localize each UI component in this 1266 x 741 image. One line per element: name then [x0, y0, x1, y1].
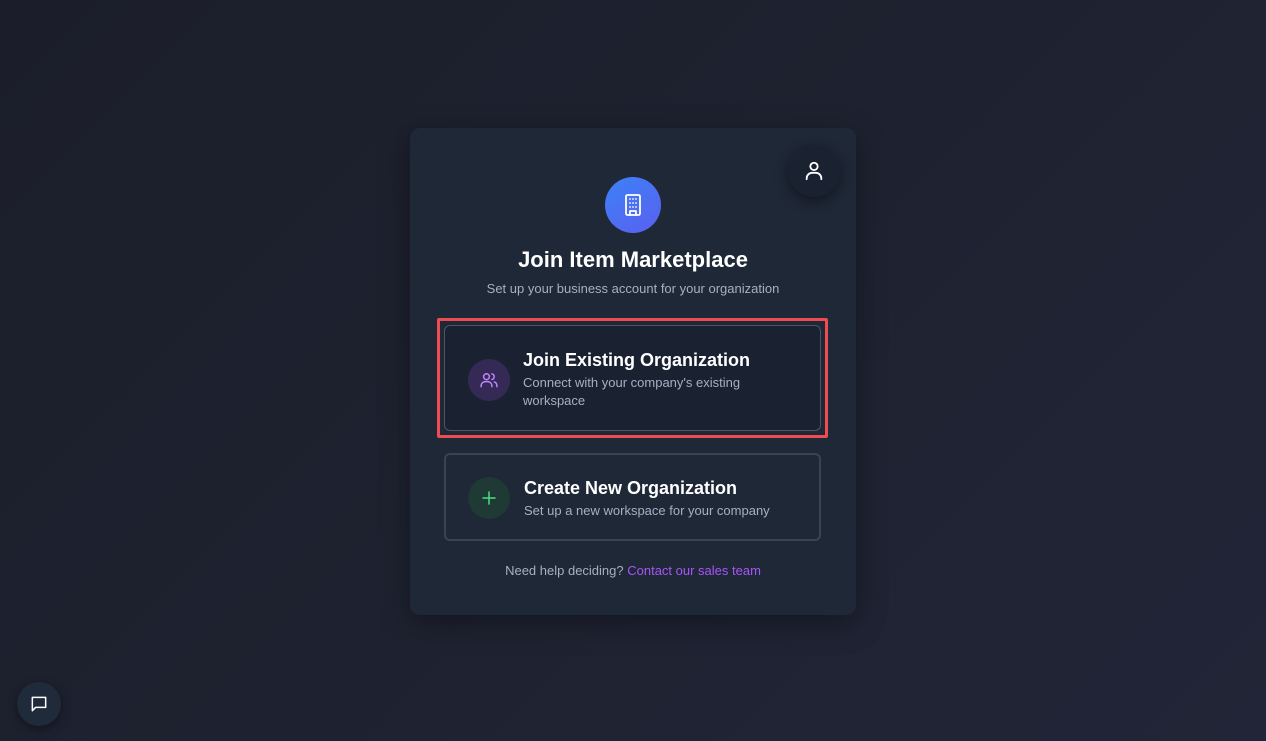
logo	[605, 177, 661, 233]
join-existing-organization-option[interactable]: Join Existing Organization Connect with …	[444, 325, 821, 431]
users-icon-circle	[468, 359, 510, 401]
help-prompt: Need help deciding?	[505, 563, 628, 578]
option-description: Set up a new workspace for your company	[524, 503, 770, 518]
option-title: Join Existing Organization	[523, 350, 751, 370]
chat-bubble-icon	[31, 696, 47, 712]
plus-icon	[482, 491, 496, 505]
building-icon	[625, 194, 641, 216]
option-description: Connect with your company's existing wor…	[523, 375, 741, 408]
page-title: Join Item Marketplace	[518, 247, 748, 272]
chat-button[interactable]	[17, 682, 61, 726]
page-subtitle: Set up your business account for your or…	[486, 281, 780, 296]
users-icon	[480, 373, 498, 388]
user-icon	[805, 161, 823, 181]
option-title: Create New Organization	[524, 478, 738, 498]
help-text: Need help deciding? Contact our sales te…	[410, 562, 856, 580]
contact-sales-link[interactable]: Contact our sales team	[627, 563, 761, 578]
plus-icon-circle	[468, 477, 510, 519]
profile-button[interactable]	[788, 145, 840, 197]
create-new-organization-option[interactable]: Create New Organization Set up a new wor…	[444, 453, 821, 541]
